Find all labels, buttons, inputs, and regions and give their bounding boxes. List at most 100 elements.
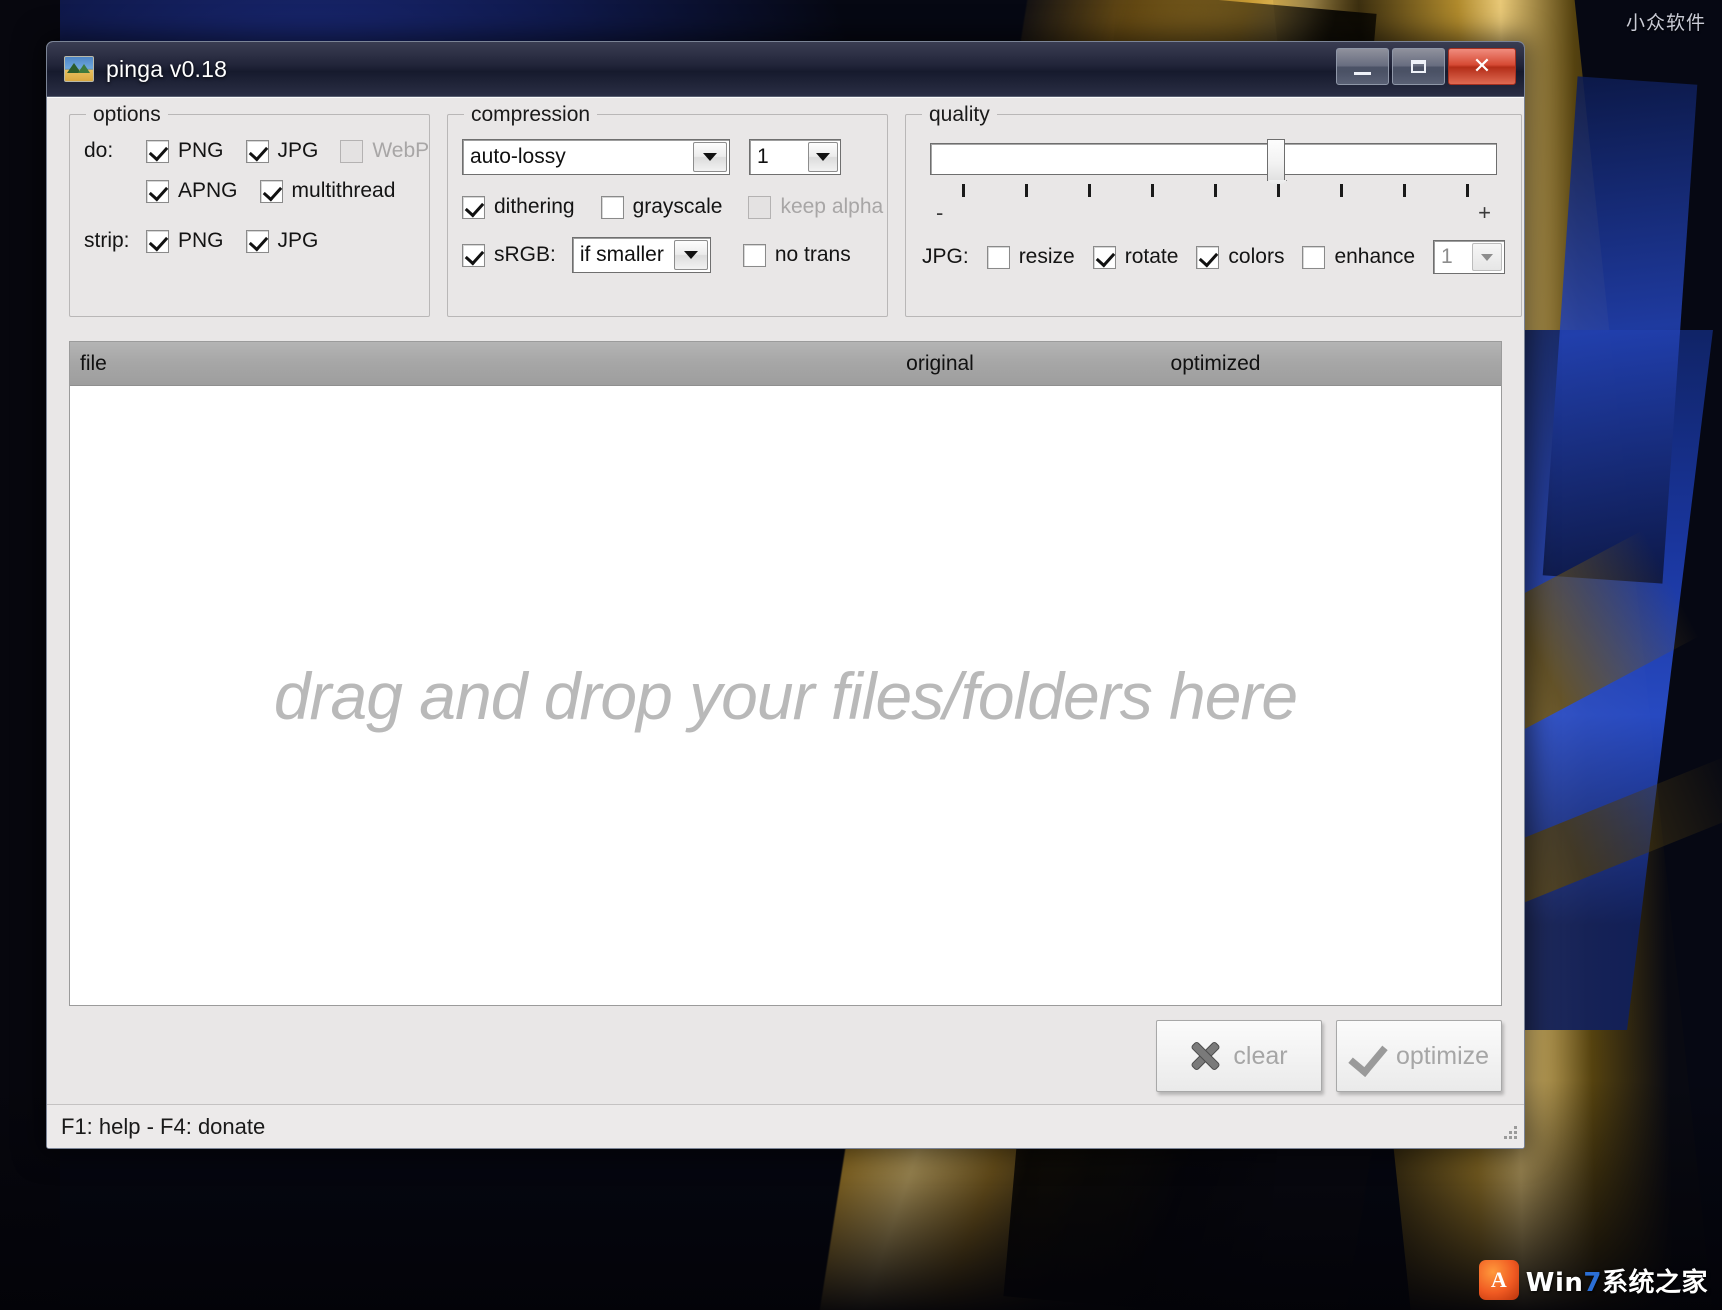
close-button[interactable]: ✕ (1448, 48, 1516, 85)
checkbox-do-apng-box (146, 179, 169, 203)
checkbox-keep-alpha: keep alpha (748, 195, 883, 219)
checkbox-strip-jpg-label: JPG (277, 229, 319, 252)
chevron-down-icon[interactable] (673, 240, 708, 270)
optimize-button[interactable]: optimize (1336, 1020, 1502, 1092)
checkbox-jpg-enhance-label: enhance (1334, 245, 1416, 268)
close-icon: ✕ (1472, 53, 1492, 79)
checkbox-do-jpg-label: JPG (277, 139, 319, 162)
checkbox-grayscale[interactable]: grayscale (600, 195, 723, 219)
watermark-bottom: A Win7系统之家 (1478, 1260, 1708, 1300)
watermark-bottom-accent: 7 (1583, 1267, 1602, 1298)
maximize-icon (1411, 60, 1426, 73)
column-header-optimized[interactable]: optimized (1110, 352, 1501, 376)
options-do-row: do: PNG JPG WebP (84, 139, 429, 163)
quality-slider-max-label: + (1478, 200, 1492, 225)
checkbox-strip-png[interactable]: PNG (146, 229, 224, 253)
checkbox-jpg-colors[interactable]: colors (1196, 245, 1284, 269)
compression-group-title: compression (464, 103, 598, 127)
quality-jpg-label: JPG: (922, 245, 969, 268)
checkbox-multithread[interactable]: multithread (259, 179, 396, 203)
app-image-icon (64, 56, 94, 82)
checkbox-do-jpg[interactable]: JPG (245, 139, 319, 163)
checkbox-no-trans-box (742, 243, 766, 267)
quality-slider[interactable] (930, 139, 1498, 181)
checkbox-multithread-box (259, 179, 283, 203)
window-titlebar[interactable]: pinga v0.18 ✕ (47, 42, 1524, 97)
watermark-bottom-tail: 系统之家 (1601, 1267, 1708, 1298)
compression-level-value: 1 (757, 145, 769, 168)
file-list-body[interactable]: drag and drop your files/folders here (70, 386, 1501, 1005)
settings-groups: options do: PNG JPG WebP APNG multithrea… (47, 98, 1524, 317)
compression-mode-select[interactable]: auto-lossy (462, 139, 730, 175)
clear-button[interactable]: clear (1156, 1020, 1322, 1092)
checkbox-multithread-label: multithread (291, 179, 396, 202)
chevron-down-icon[interactable] (808, 142, 838, 172)
checkbox-jpg-colors-label: colors (1228, 245, 1285, 268)
file-list: file original optimized drag and drop yo… (69, 341, 1502, 1006)
options-strip-row: strip: PNG JPG (84, 229, 415, 253)
checkbox-grayscale-label: grayscale (632, 195, 723, 218)
watermark-bottom-main: Win (1525, 1267, 1584, 1298)
checkbox-do-webp-label: WebP (372, 139, 430, 162)
checkbox-do-apng[interactable]: APNG (146, 179, 238, 203)
quality-slider-min-label: - (936, 200, 944, 225)
slider-tick (1339, 184, 1343, 197)
slider-tick (1465, 184, 1469, 197)
quality-group-title: quality (922, 103, 997, 127)
checkbox-do-png-label: PNG (178, 139, 224, 162)
checkbox-grayscale-box (600, 195, 624, 219)
checkbox-no-trans[interactable]: no trans (742, 243, 851, 267)
checkbox-srgb-box (462, 243, 485, 267)
quality-slider-thumb[interactable] (1267, 139, 1286, 181)
window-client-area: options do: PNG JPG WebP APNG multithrea… (47, 97, 1524, 1148)
quality-slider-wrap: - + (920, 139, 1507, 226)
checkbox-jpg-resize-label: resize (1018, 245, 1075, 268)
options-do-row-2: APNG multithread (84, 179, 415, 203)
checkbox-jpg-rotate[interactable]: rotate (1092, 245, 1178, 269)
watermark-logo-icon: A (1478, 1260, 1519, 1300)
drop-zone-hint: drag and drop your files/folders here (273, 658, 1298, 733)
slider-tick (1024, 184, 1028, 197)
checkbox-no-trans-label: no trans (774, 243, 851, 266)
checkbox-do-jpg-box (245, 139, 269, 163)
window-title: pinga v0.18 (106, 55, 228, 82)
slider-tick (1276, 184, 1280, 197)
resize-grip[interactable] (1500, 1126, 1518, 1144)
enhance-level-select[interactable]: 1 (1433, 240, 1506, 274)
quality-slider-ticks (930, 184, 1497, 202)
checkbox-do-png[interactable]: PNG (146, 139, 224, 163)
checkbox-do-apng-label: APNG (178, 179, 238, 202)
compression-srgb-row: sRGB: if smaller no trans (462, 237, 873, 273)
column-header-file[interactable]: file (70, 352, 770, 376)
column-header-original[interactable]: original (770, 352, 1110, 376)
minimize-icon (1354, 71, 1371, 75)
options-strip-label: strip: (84, 229, 130, 252)
status-bar-text: F1: help - F4: donate (61, 1113, 266, 1139)
slider-tick (1087, 184, 1091, 197)
compression-mode-value: auto-lossy (470, 145, 566, 168)
watermark-bottom-text: Win7系统之家 (1526, 1262, 1708, 1299)
chevron-down-icon[interactable] (1472, 243, 1503, 271)
checkbox-jpg-resize[interactable]: resize (986, 245, 1075, 269)
checkbox-dithering[interactable]: dithering (462, 195, 575, 219)
checkbox-jpg-resize-box (986, 245, 1010, 269)
checkbox-keep-alpha-box (748, 195, 772, 219)
checkbox-srgb[interactable]: sRGB: (462, 243, 556, 267)
checkbox-strip-png-label: PNG (178, 229, 224, 252)
chevron-down-icon[interactable] (693, 142, 727, 172)
srgb-mode-select[interactable]: if smaller (571, 237, 711, 273)
checkbox-do-webp-box (340, 139, 364, 163)
checkbox-dithering-label: dithering (494, 195, 575, 218)
watermark-top: 小众软件 (1625, 12, 1706, 34)
compression-level-select[interactable]: 1 (749, 139, 841, 175)
checkbox-do-png-box (146, 139, 169, 163)
quality-slider-endpoints: - + (930, 200, 1497, 226)
checkbox-keep-alpha-label: keep alpha (780, 195, 884, 218)
checkbox-strip-jpg[interactable]: JPG (245, 229, 319, 253)
minimize-button[interactable] (1336, 48, 1389, 85)
maximize-button[interactable] (1392, 48, 1445, 85)
action-button-row: clear optimize (47, 1006, 1524, 1104)
compression-mode-row: auto-lossy 1 (462, 139, 873, 175)
checkbox-jpg-enhance[interactable]: enhance (1302, 245, 1415, 269)
optimize-button-label: optimize (1395, 1041, 1490, 1070)
